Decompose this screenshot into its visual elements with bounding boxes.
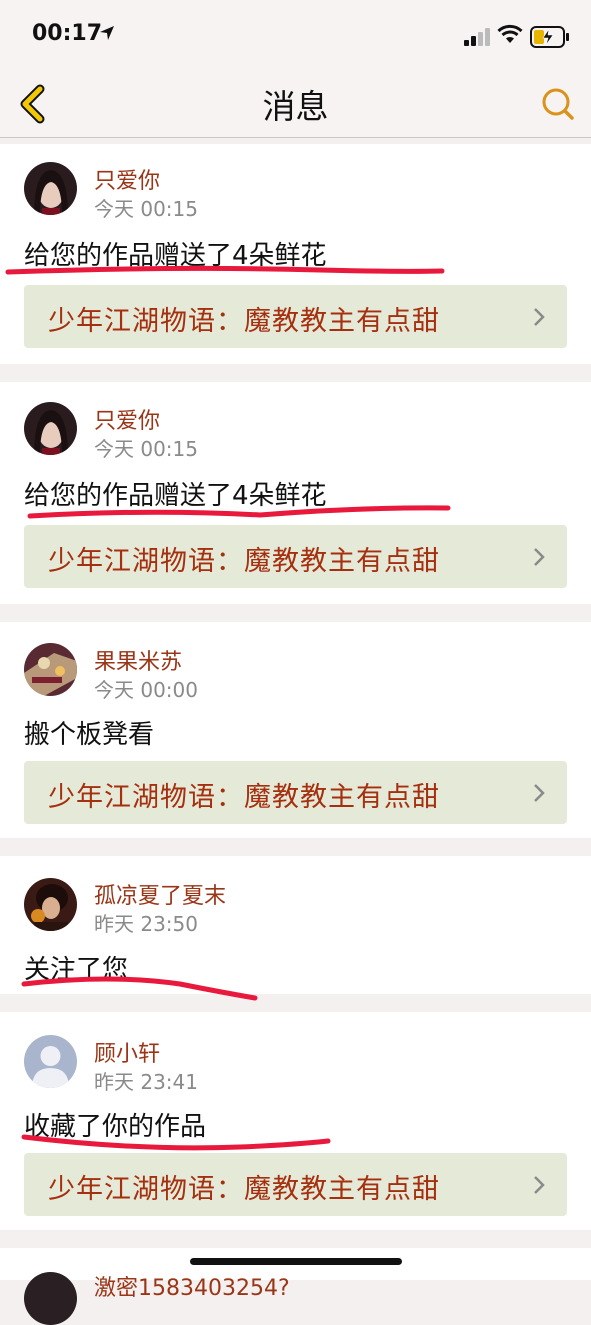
message-item[interactable]: 孤凉夏了夏末 昨天 23:50 关注了您 (0, 856, 591, 1001)
nav-bar: 消息 (0, 70, 591, 138)
timestamp: 今天 00:15 (94, 197, 198, 221)
work-title: 少年江湖物语：魔教教主有点甜 (48, 546, 440, 577)
chevron-right-icon (534, 308, 545, 326)
username[interactable]: 孤凉夏了夏末 (94, 878, 226, 910)
avatar[interactable] (24, 1035, 77, 1088)
work-link[interactable]: 少年江湖物语：魔教教主有点甜 (24, 285, 567, 348)
battery-charging-icon (530, 26, 569, 48)
chevron-right-icon (534, 1176, 545, 1194)
wifi-icon (497, 24, 523, 43)
message-item[interactable]: 只爱你 今天 00:15 给您的作品赠送了4朵鲜花 少年江湖物语：魔教教主有点甜 (0, 382, 591, 604)
chevron-right-icon (534, 548, 545, 566)
username[interactable]: 顾小轩 (94, 1036, 160, 1068)
message-text: 关注了您 (24, 955, 129, 985)
cellular-signal-icon (464, 28, 490, 46)
username[interactable]: 激密1583403254? (94, 1270, 290, 1302)
message-item[interactable]: 顾小轩 昨天 23:41 收藏了你的作品 少年江湖物语：魔教教主有点甜 (0, 1012, 591, 1230)
username[interactable]: 只爱你 (94, 163, 160, 195)
location-arrow-icon (100, 26, 114, 40)
chevron-right-icon (534, 784, 545, 802)
status-bar: 00:17 (0, 0, 591, 70)
home-indicator[interactable] (190, 1258, 402, 1265)
work-title: 少年江湖物语：魔教教主有点甜 (48, 306, 440, 337)
work-link[interactable]: 少年江湖物语：魔教教主有点甜 (24, 761, 567, 824)
page-title: 消息 (262, 87, 329, 126)
message-item[interactable]: 果果米苏 今天 00:00 搬个板凳看 少年江湖物语：魔教教主有点甜 (0, 622, 591, 838)
message-text: 给您的作品赠送了4朵鲜花 (24, 241, 327, 271)
message-text: 搬个板凳看 (24, 720, 155, 750)
message-text: 收藏了你的作品 (24, 1112, 207, 1142)
timestamp: 今天 00:15 (94, 437, 198, 461)
username[interactable]: 只爱你 (94, 403, 160, 435)
status-time: 00:17 (32, 21, 103, 46)
work-title: 少年江湖物语：魔教教主有点甜 (48, 782, 440, 813)
work-title: 少年江湖物语：魔教教主有点甜 (48, 1174, 440, 1205)
avatar[interactable] (24, 402, 77, 455)
username[interactable]: 果果米苏 (94, 644, 182, 676)
message-item[interactable]: 只爱你 今天 00:15 给您的作品赠送了4朵鲜花 少年江湖物语：魔教教主有点甜 (0, 144, 591, 364)
avatar[interactable] (24, 162, 77, 215)
timestamp: 今天 00:00 (94, 678, 198, 702)
work-link[interactable]: 少年江湖物语：魔教教主有点甜 (24, 525, 567, 588)
avatar[interactable] (24, 878, 77, 931)
search-button[interactable] (540, 86, 576, 122)
timestamp: 昨天 23:41 (94, 1070, 198, 1094)
message-text: 给您的作品赠送了4朵鲜花 (24, 481, 327, 511)
work-link[interactable]: 少年江湖物语：魔教教主有点甜 (24, 1153, 567, 1216)
timestamp: 昨天 23:50 (94, 912, 198, 936)
avatar[interactable] (24, 643, 77, 696)
